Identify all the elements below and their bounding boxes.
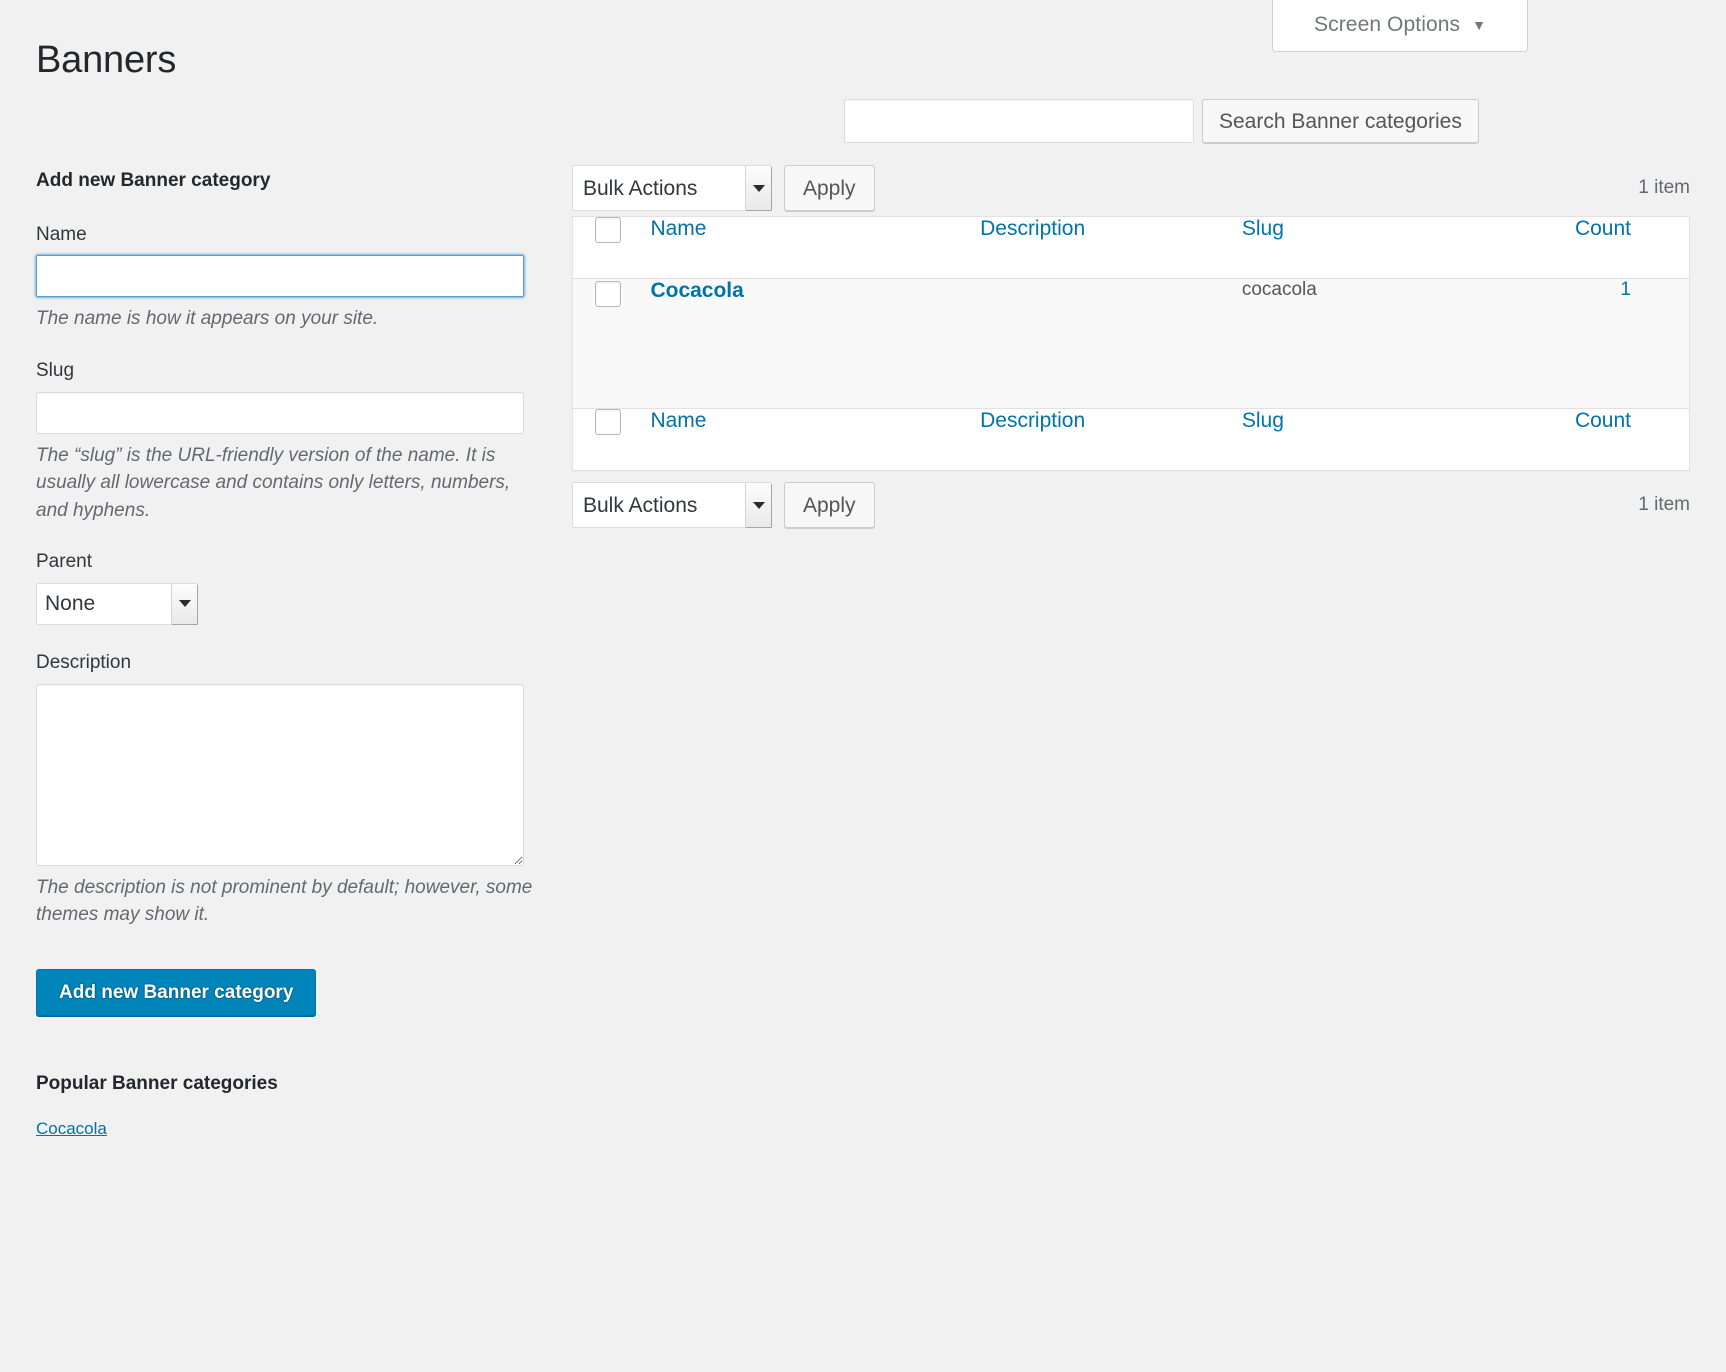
description-label: Description [36,651,132,673]
row-name-cell: Cocacola [650,279,980,409]
select-all-checkbox-top[interactable] [595,217,621,243]
row-title-link[interactable]: Cocacola [650,279,743,302]
parent-field-block: Parent None [36,550,536,625]
item-count-top: 1 item [1638,177,1690,198]
parent-select[interactable]: None [36,582,198,625]
popular-category-link[interactable]: Cocacola [36,1119,107,1138]
tablenav-bottom: Bulk Actions Apply 1 item [572,477,1690,533]
description-textarea[interactable] [36,683,524,866]
banner-categories-table: Name Description Slug Count Cocacola coc… [572,216,1690,471]
name-hint: The name is how it appears on your site. [36,308,379,330]
search-form: Search Banner categories [844,99,1530,143]
table-row: Cocacola cocacola 1 [572,278,1690,409]
table-header-row: Name Description Slug Count [572,216,1690,279]
row-checkbox[interactable] [595,281,621,307]
screen-options-tab[interactable]: Screen Options ▼ [1272,0,1528,52]
row-count-cell: 1 [1490,279,1690,409]
add-new-banner-category-button[interactable]: Add new Banner category [36,968,317,1016]
tablenav-top: Bulk Actions Apply 1 item [572,160,1690,216]
table-head: Name Description Slug Count [572,216,1690,279]
apply-button-bottom[interactable]: Apply [784,482,875,528]
column-footer-count[interactable]: Count [1490,409,1690,471]
chevron-down-icon: ▼ [1472,17,1486,33]
name-input[interactable] [36,255,524,298]
popular-categories-heading: Popular Banner categories [36,1072,278,1094]
page-title: Banners [36,39,177,81]
select-all-checkbox-bottom[interactable] [595,409,621,435]
description-hint: The description is not prominent by defa… [36,876,533,926]
row-slug-text: cocacola [1241,279,1317,300]
popular-categories-list: Cocacola [36,1119,536,1139]
slug-field-block: Slug The “slug” is the URL-friendly vers… [36,359,536,524]
column-header-slug[interactable]: Slug [1242,217,1490,279]
name-label: Name [36,223,87,245]
parent-select-wrap: None [36,582,198,625]
column-header-description[interactable]: Description [980,217,1242,279]
parent-label: Parent [36,551,92,573]
slug-hint: The “slug” is the URL-friendly version o… [36,444,511,521]
list-item: Cocacola [36,1119,536,1139]
bulk-actions-top-wrap: Bulk Actions [572,165,772,211]
select-all-header [573,217,651,279]
bulk-actions-select-top[interactable]: Bulk Actions [572,165,772,211]
row-slug-cell: cocacola [1242,279,1490,409]
name-field-block: Name The name is how it appears on your … [36,223,536,333]
slug-label: Slug [36,359,75,381]
row-select-cell [573,279,651,409]
description-field-block: Description The description is not promi… [36,651,536,929]
column-footer-description[interactable]: Description [980,409,1242,471]
column-header-name[interactable]: Name [650,217,980,279]
bulk-actions-bottom-wrap: Bulk Actions [572,482,772,528]
search-input[interactable] [844,99,1194,143]
column-header-count[interactable]: Count [1490,217,1690,279]
search-submit-button[interactable]: Search Banner categories [1202,99,1479,143]
select-all-footer [573,409,651,471]
row-count-link[interactable]: 1 [1620,279,1631,300]
bulk-actions-select-bottom[interactable]: Bulk Actions [572,482,772,528]
slug-input[interactable] [36,391,524,434]
terms-list-table-area: Bulk Actions Apply 1 item Name Descripti… [572,160,1690,533]
row-description-cell [980,279,1242,409]
table-body: Cocacola cocacola 1 [572,278,1690,409]
form-heading: Add new Banner category [36,170,271,191]
apply-button-top[interactable]: Apply [784,165,875,211]
screen-options-label: Screen Options [1313,13,1461,36]
table-foot: Name Description Slug Count [572,408,1690,471]
add-new-term-form: Add new Banner category Name The name is… [36,168,536,1139]
item-count-bottom: 1 item [1638,494,1690,515]
table-footer-row: Name Description Slug Count [572,408,1690,471]
column-footer-slug[interactable]: Slug [1242,409,1490,471]
column-footer-name[interactable]: Name [650,409,980,471]
